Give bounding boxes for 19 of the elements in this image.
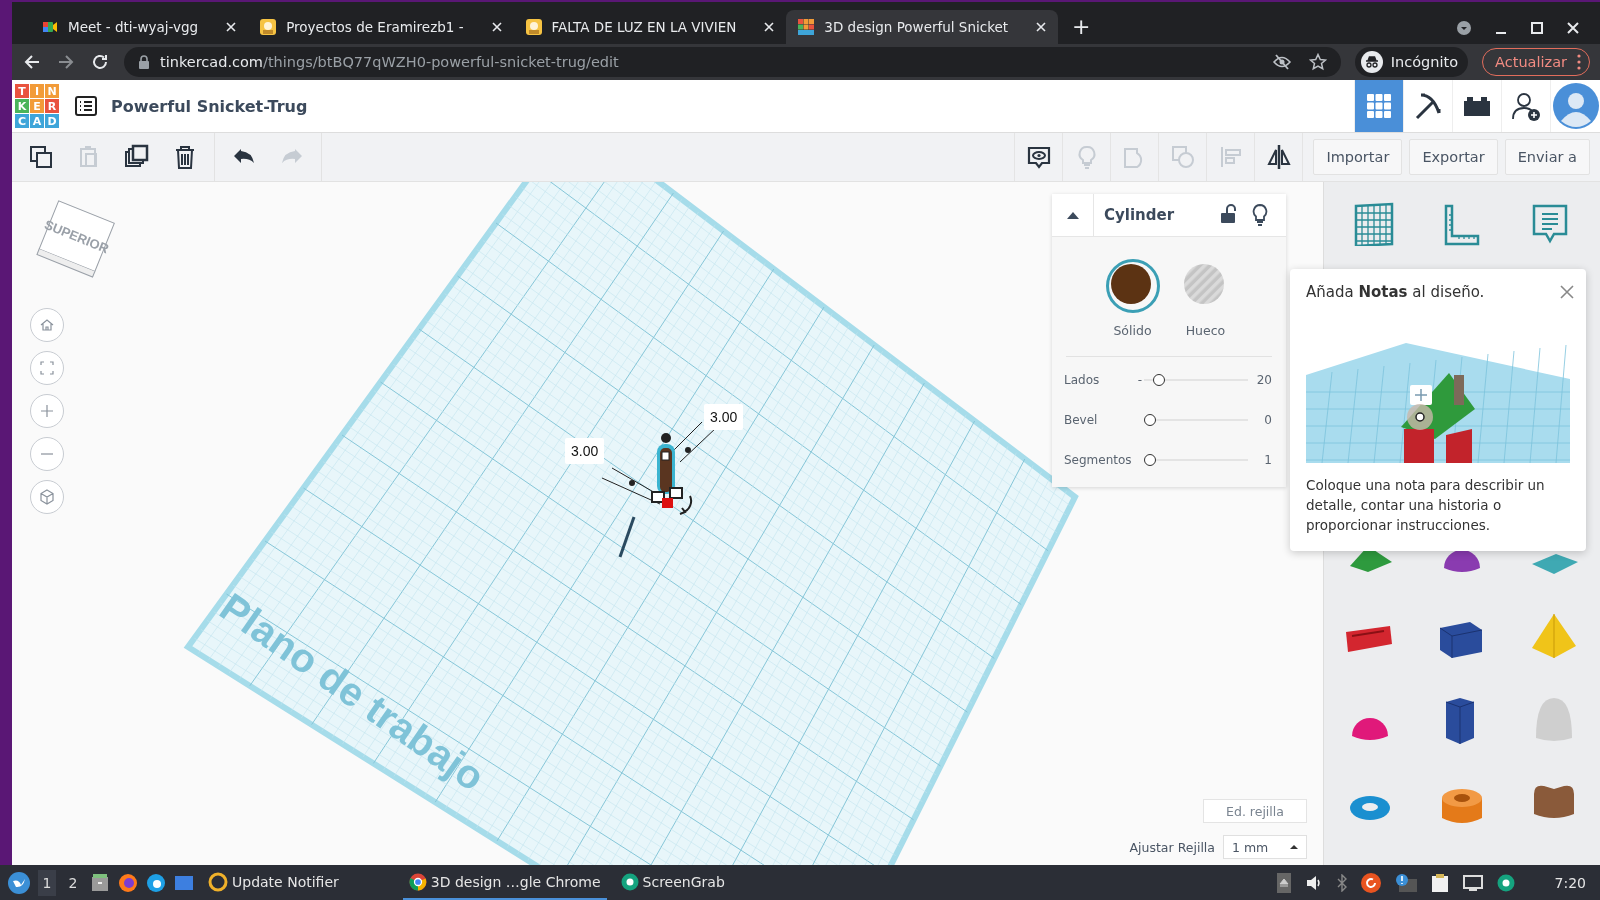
logo-letter: E: [30, 99, 44, 113]
parameter-value: 0: [1263, 413, 1273, 427]
minus-mark: -: [1136, 373, 1142, 387]
parameter-label: Bevel: [1064, 413, 1099, 427]
snap-grid-label: Ajustar Rejilla: [1129, 839, 1215, 855]
logo-letter: R: [45, 99, 59, 113]
logo-letter: C: [15, 114, 29, 128]
parameter-label: Lados: [1064, 373, 1101, 387]
logo-letter: D: [45, 114, 59, 128]
logo-letter: A: [30, 114, 44, 128]
notes-popup-text: Coloque una nota para describir un detalle, contar una historia o proporcionar instrucciones.: [1306, 476, 1546, 535]
logo-letter: N: [45, 84, 59, 98]
parameter-value: 20: [1255, 373, 1273, 387]
logo-letter: I: [30, 84, 44, 98]
notes-popup-title: Añada Notas al diseño.: [1306, 283, 1486, 301]
logo-letter: K: [15, 99, 29, 113]
parameter-value: 1: [1263, 453, 1273, 467]
logo-letter: T: [15, 84, 29, 98]
parameter-label: Segmentos: [1064, 453, 1133, 467]
